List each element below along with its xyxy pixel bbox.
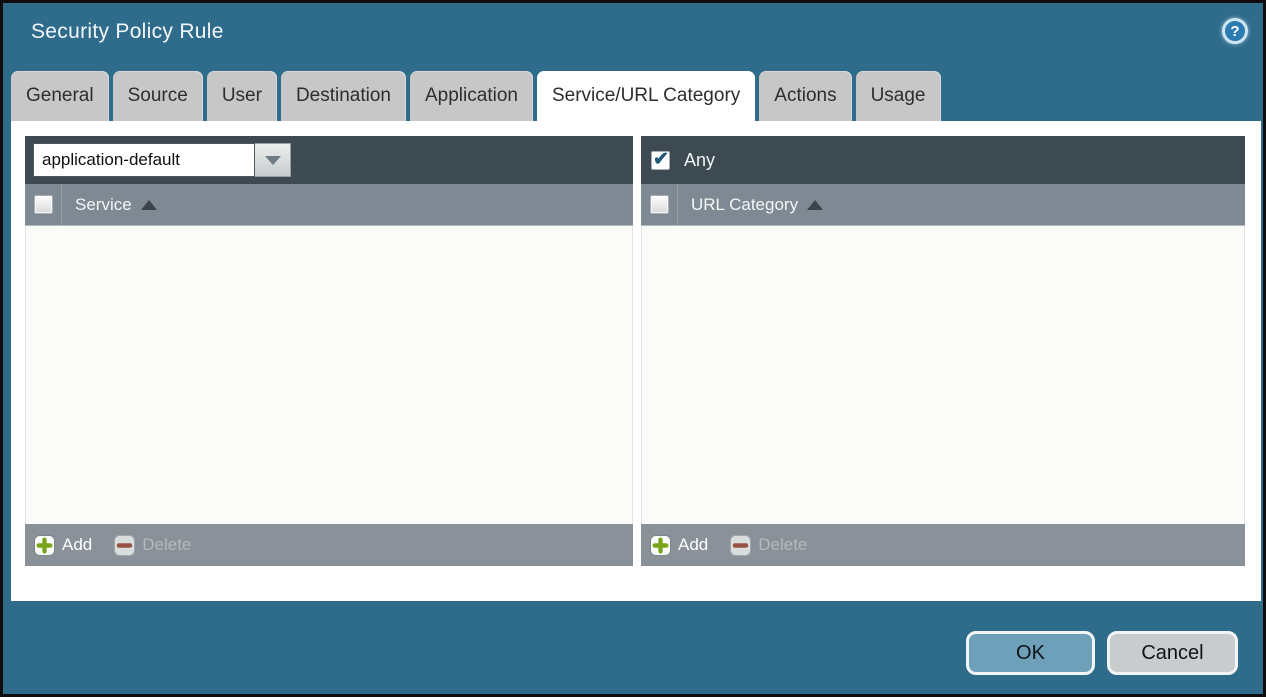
url-category-panel-header: Any: [641, 136, 1245, 184]
service-panel: application-default Service Ad: [25, 136, 633, 566]
any-checkbox-label[interactable]: Any: [684, 150, 715, 171]
url-category-column-header[interactable]: URL Category: [641, 184, 1245, 226]
tab-usage[interactable]: Usage: [856, 71, 941, 121]
url-category-list[interactable]: [641, 226, 1245, 524]
url-category-add-button[interactable]: Add: [650, 535, 708, 556]
plus-icon: [650, 535, 671, 556]
service-column-header[interactable]: Service: [25, 184, 633, 226]
add-button-label: Add: [678, 535, 708, 555]
service-type-dropdown-button[interactable]: [255, 143, 291, 177]
delete-button-label: Delete: [142, 535, 191, 555]
service-list[interactable]: [25, 226, 633, 524]
tab-service-url-category[interactable]: Service/URL Category: [537, 71, 755, 121]
service-select-all-cell: [25, 184, 62, 225]
url-category-toolbar: Add Delete: [641, 524, 1245, 566]
dialog-title: Security Policy Rule: [31, 20, 224, 44]
plus-icon: [34, 535, 55, 556]
url-category-select-all-checkbox[interactable]: [650, 195, 669, 214]
tab-user[interactable]: User: [207, 71, 277, 121]
delete-button-label: Delete: [758, 535, 807, 555]
service-select-all-checkbox[interactable]: [34, 195, 53, 214]
cancel-button[interactable]: Cancel: [1107, 631, 1238, 675]
minus-icon: [730, 535, 751, 556]
service-toolbar: Add Delete: [25, 524, 633, 566]
any-checkbox[interactable]: [651, 151, 670, 170]
sort-ascending-icon: [141, 200, 157, 210]
sort-ascending-icon: [807, 200, 823, 210]
url-category-column-label-wrap: URL Category: [678, 195, 823, 215]
service-type-dropdown-value[interactable]: application-default: [33, 143, 255, 177]
tab-content-service-url-category: application-default Service Ad: [11, 121, 1261, 601]
tab-bar: General Source User Destination Applicat…: [11, 71, 941, 121]
service-add-button[interactable]: Add: [34, 535, 92, 556]
service-column-label: Service: [75, 195, 132, 215]
url-category-select-all-cell: [641, 184, 678, 225]
security-policy-rule-dialog: { "window": { "title": "Security Policy …: [0, 0, 1266, 697]
any-row: Any: [649, 150, 715, 171]
tab-general[interactable]: General: [11, 71, 109, 121]
url-category-panel: Any URL Category Add: [641, 136, 1245, 566]
service-delete-button[interactable]: Delete: [114, 535, 191, 556]
tab-destination[interactable]: Destination: [281, 71, 406, 121]
service-panel-header: application-default: [25, 136, 633, 184]
tab-source[interactable]: Source: [113, 71, 203, 121]
url-category-column-label: URL Category: [691, 195, 798, 215]
help-icon[interactable]: ?: [1222, 18, 1248, 44]
service-type-dropdown[interactable]: application-default: [33, 143, 291, 177]
ok-button[interactable]: OK: [966, 631, 1095, 675]
chevron-down-icon: [265, 156, 281, 165]
tab-actions[interactable]: Actions: [759, 71, 851, 121]
tab-application[interactable]: Application: [410, 71, 533, 121]
service-column-label-wrap: Service: [62, 195, 157, 215]
add-button-label: Add: [62, 535, 92, 555]
url-category-delete-button[interactable]: Delete: [730, 535, 807, 556]
minus-icon: [114, 535, 135, 556]
